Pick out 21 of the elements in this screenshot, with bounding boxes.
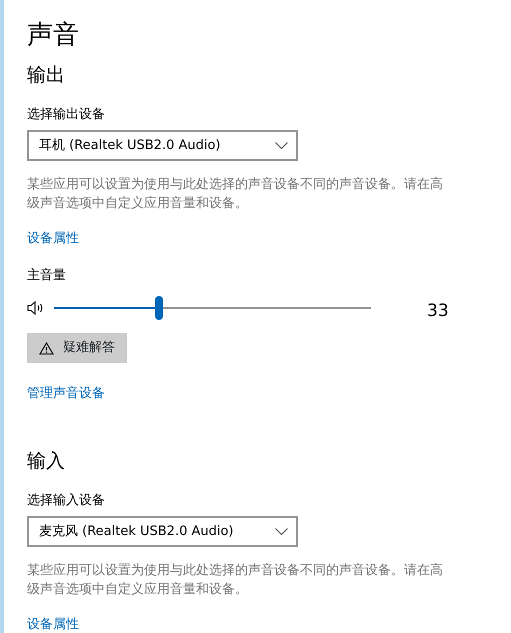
description-text: 某些应用可以设置为使用与此处选择的声音设备不同的声音设备。请在高级声音选项中自定义应用音量和设备。	[27, 562, 444, 599]
page-title: 声音	[27, 19, 80, 52]
volume-value: 33	[427, 300, 449, 324]
description-text: 某些应用可以设置为使用与此处选择的声音设备不同的声音设备。请在高级声音选项中自定义应用音量和设备。	[27, 176, 444, 213]
section-heading: 输出	[27, 63, 66, 88]
field-label: 选择输入设备	[27, 492, 106, 510]
section-heading: 输入	[27, 449, 66, 474]
manage-devices-link[interactable]: 管理声音设备	[27, 385, 105, 403]
device-properties-link[interactable]: 设备属性	[27, 616, 79, 633]
speaker-icon[interactable]	[27, 301, 44, 315]
volume-slider[interactable]	[54, 296, 371, 320]
device-dropdown[interactable]: 麦克风 (Realtek USB2.0 Audio)	[27, 516, 298, 547]
chevron-down-icon	[275, 142, 288, 150]
slider-thumb[interactable]	[154, 296, 163, 320]
warning-icon	[39, 342, 54, 354]
device-dropdown[interactable]: 耳机 (Realtek USB2.0 Audio)	[27, 130, 298, 161]
field-label: 选择输出设备	[27, 106, 106, 124]
troubleshoot-button[interactable]: 疑难解答	[27, 333, 127, 363]
device-properties-link[interactable]: 设备属性	[27, 230, 79, 248]
volume-label: 主音量	[27, 267, 67, 285]
chevron-down-icon	[275, 528, 288, 536]
